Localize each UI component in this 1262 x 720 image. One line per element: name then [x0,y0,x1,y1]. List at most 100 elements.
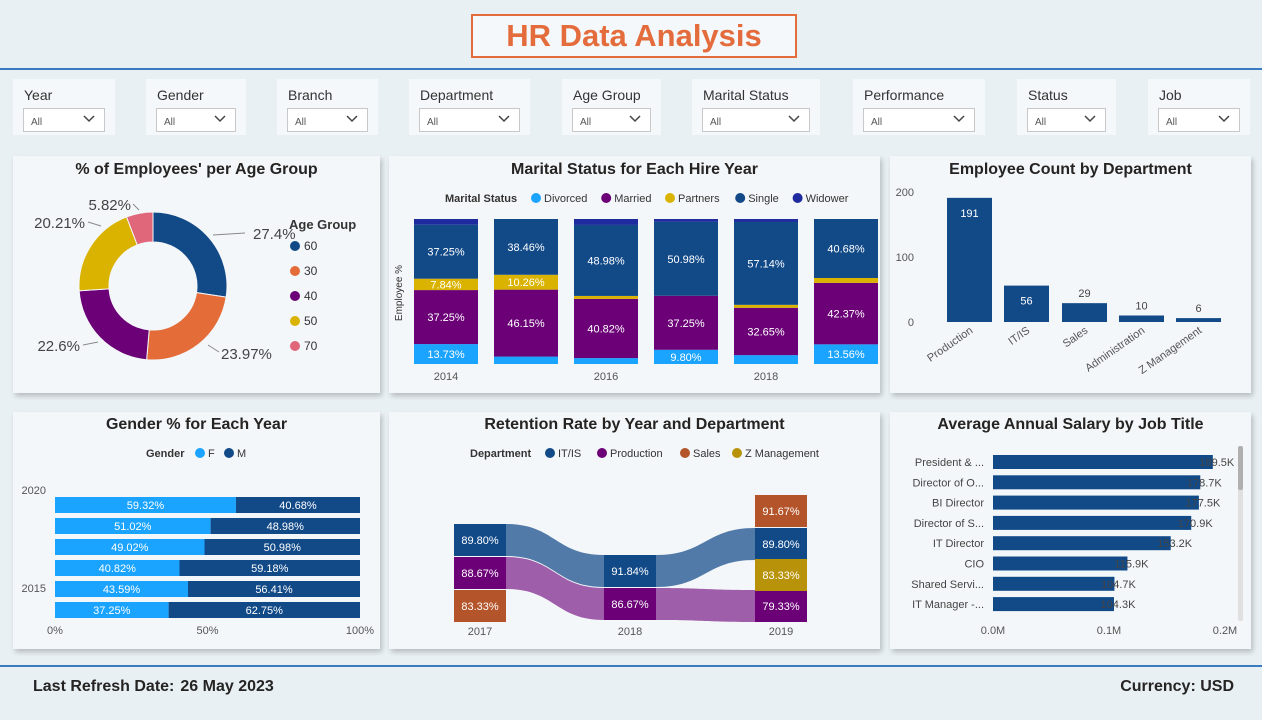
slicer-label: Age Group [573,87,641,103]
legend-marker [732,448,742,458]
data-label: 42.37% [827,309,865,321]
bar-segment [734,219,798,222]
data-label: 40.68% [279,500,317,512]
scrollbar-thumb[interactable] [1238,446,1243,490]
data-label: 7.84% [430,279,461,291]
x-tick-label: 100% [346,625,374,637]
slicer-value: All [164,117,176,128]
data-label: 83.33% [762,570,800,582]
slicer-dropdown[interactable]: All [23,108,105,132]
slicer-dropdown[interactable]: All [863,108,975,132]
slicer-performance: Performance All [853,79,985,135]
age-group-card: % of Employees' per Age Group 27.4% 23.97… [13,156,380,393]
data-label: 37.25% [93,605,131,617]
data-label: 6 [1195,303,1201,315]
bar-segment [574,358,638,364]
slicer-dropdown[interactable]: All [287,108,368,132]
department-count-card: Employee Count by Department 0 100 200 191 P… [890,156,1251,393]
x-tick-label: Sales [1061,324,1091,350]
legend-marker [792,193,803,203]
data-label: 40.82% [587,323,625,335]
data-label: 50.98% [667,254,705,266]
salary-card: Average Annual Salary by Job Title Presi… [890,412,1251,649]
leader-line [132,203,140,211]
slicer-dropdown[interactable]: All [1027,108,1106,132]
leader-line [87,221,102,227]
bar [1062,303,1107,322]
y-tick-label: President & ... [915,457,984,469]
data-label: 91.67% [762,506,800,518]
donut-slice-30 [146,292,227,361]
bar-segment [814,277,878,283]
data-label: 37.25% [427,312,465,324]
data-label: 40.82% [99,563,137,575]
slicer-branch: Branch All [277,79,378,135]
chevron-down-icon [1217,112,1231,126]
y-tick-label: Shared Servi... [911,579,984,591]
slicer-value: All [1035,117,1047,128]
y-tick-label: IT Manager -... [912,599,984,611]
data-label: 37.25% [427,247,465,259]
bar [993,495,1199,510]
refresh-info: Last Refresh Date: 26 May 2023 [33,678,274,696]
x-tick-label: 0.2M [1213,625,1237,637]
marital-status-card: Marital Status for Each Hire Year Marita… [389,156,880,393]
slice-label: 5.82% [88,197,131,214]
leader-line [207,344,220,353]
data-label: 59.32% [127,500,165,512]
legend-label: 50 [304,314,318,328]
data-label: 9.80% [670,352,701,364]
data-label: 177.5K [1185,498,1221,510]
legend-marker [597,448,607,458]
data-label: 91.84% [611,566,649,578]
legend-label: 40 [304,289,318,303]
currency-label: Currency: USD [1120,678,1234,695]
retention-card: Retention Rate by Year and Department De… [389,412,880,649]
slicer-label: Year [24,87,53,103]
bar-segment [734,304,798,308]
data-label: 32.65% [747,326,785,338]
bar [993,536,1171,551]
legend-title: Department [470,448,531,460]
slicer-dropdown[interactable]: All [156,108,236,132]
legend-marker [735,193,746,203]
x-tick-label: 0.1M [1097,625,1121,637]
data-label: 153.2K [1157,538,1193,550]
ribbon [656,588,755,622]
data-label: 38.46% [507,242,545,254]
data-label: 79.33% [762,601,800,613]
data-label: 191 [960,208,978,220]
legend-label: F [208,448,215,460]
data-label: 178.7K [1187,477,1223,489]
x-tick-label: 2019 [769,626,793,638]
y-tick-label: Director of O... [912,477,984,489]
slicer-department: Department All [409,79,530,135]
data-label: 43.59% [103,584,141,596]
slicer-dropdown[interactable]: All [419,108,520,132]
slicer-job: Job All [1148,79,1250,135]
legend-marker [665,193,675,203]
slicer-dropdown[interactable]: All [1158,108,1240,132]
bar-segment [414,219,478,225]
slicer-label: Marital Status [703,87,789,103]
bar-segment [654,219,718,222]
slicer-dropdown[interactable]: All [702,108,810,132]
chevron-down-icon [82,112,96,126]
slicer-dropdown[interactable]: All [572,108,651,132]
donut-slice-40 [78,288,150,361]
data-label: 37.25% [667,318,705,330]
x-tick-label: IT/IS [1006,325,1032,348]
legend-label: Production [610,448,663,460]
legend-title: Gender [146,448,185,460]
bar-segment [574,295,638,299]
legend-label: 70 [304,339,318,353]
footer-divider [0,665,1262,667]
slicer-value: All [580,117,592,128]
data-label: 115.9K [1114,559,1149,571]
slicer-marital-status: Marital Status All [692,79,820,135]
legend-marker [290,241,300,251]
slicer-label: Gender [157,87,204,103]
y-tick-label: 200 [896,187,914,199]
chevron-down-icon [787,112,801,126]
data-label: 57.14% [747,258,785,270]
